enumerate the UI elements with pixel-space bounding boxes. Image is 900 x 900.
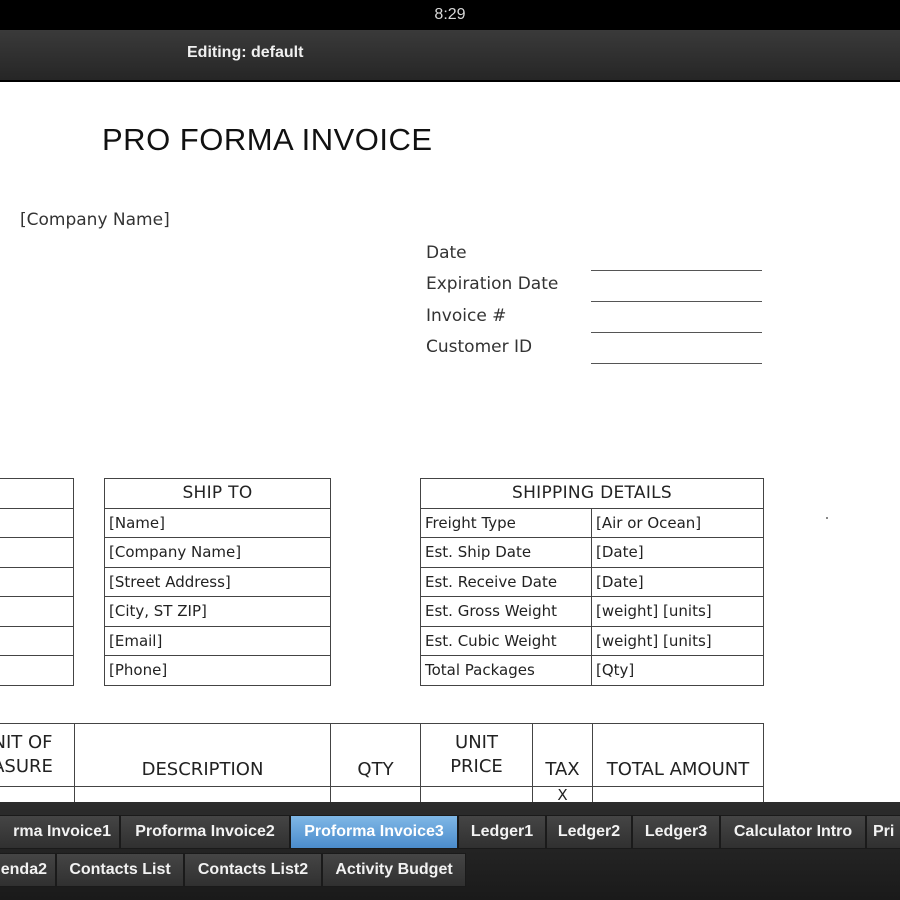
table-cell[interactable]: [74, 786, 331, 802]
stray-mark: [826, 517, 828, 519]
shipping-details-table: SHIPPING DETAILS Freight Type [Air or Oc…: [420, 478, 764, 686]
meta-label-expiration-date: Expiration Date: [426, 274, 559, 294]
tab-pri[interactable]: Pri: [866, 815, 900, 849]
table-cell[interactable]: [592, 786, 764, 802]
header-unit-price: UNIT PRICE: [420, 723, 533, 787]
shipping-value[interactable]: [weight] [units]: [591, 625, 764, 656]
tab-proforma-invoice2[interactable]: Proforma Invoice2: [120, 815, 290, 849]
header-qty: QTY: [330, 723, 421, 787]
tab-proforma-invoice1[interactable]: rma Invoice1: [0, 815, 120, 849]
ship-to-email[interactable]: [Email]: [104, 625, 331, 656]
sheet-tab-bar: rma Invoice1 Proforma Invoice2 Proforma …: [0, 802, 900, 900]
shipping-value[interactable]: [Date]: [591, 566, 764, 597]
status-time: 8:29: [434, 6, 466, 23]
shipping-value[interactable]: [weight] [units]: [591, 596, 764, 627]
spreadsheet-document[interactable]: PRO FORMA INVOICE [Company Name] Date Ex…: [0, 82, 900, 802]
meta-label-date: Date: [426, 243, 467, 263]
meta-label-customer-id: Customer ID: [426, 337, 533, 357]
ship-to-header: SHIP TO: [104, 478, 331, 509]
ship-to-phone[interactable]: [Phone]: [104, 655, 331, 686]
shipping-label: Freight Type: [420, 507, 592, 538]
table-cell[interactable]: [0, 478, 74, 509]
tab-ledger2[interactable]: Ledger2: [546, 815, 632, 849]
header-total-amount: TOTAL AMOUNT: [592, 723, 764, 787]
tab-agenda2[interactable]: enda2: [0, 853, 56, 887]
table-cell[interactable]: [0, 786, 75, 802]
tab-contacts-list2[interactable]: Contacts List2: [184, 853, 322, 887]
bill-to-table: [0, 478, 74, 686]
tab-proforma-invoice3[interactable]: Proforma Invoice3: [290, 815, 458, 849]
company-name: [Company Name]: [20, 210, 170, 230]
tab-ledger1[interactable]: Ledger1: [458, 815, 546, 849]
table-cell[interactable]: [0, 566, 74, 597]
ship-to-company[interactable]: [Company Name]: [104, 537, 331, 568]
shipping-details-header: SHIPPING DETAILS: [420, 478, 764, 509]
tab-activity-budget[interactable]: Activity Budget: [322, 853, 466, 887]
invoice-title: PRO FORMA INVOICE: [102, 122, 433, 157]
header-tax: TAX: [532, 723, 593, 787]
ship-to-city[interactable]: [City, ST ZIP]: [104, 596, 331, 627]
tab-calculator-intro[interactable]: Calculator Intro: [720, 815, 866, 849]
table-cell[interactable]: [0, 537, 74, 568]
table-cell[interactable]: [0, 507, 74, 538]
shipping-value[interactable]: [Date]: [591, 537, 764, 568]
line-items-table: NIT OFASURE DESCRIPTION QTY UNITPRICE TA…: [0, 723, 764, 802]
editing-title: Editing: default: [187, 44, 304, 61]
tab-ledger3[interactable]: Ledger3: [632, 815, 720, 849]
table-cell[interactable]: [0, 655, 74, 686]
shipping-value[interactable]: [Qty]: [591, 655, 764, 686]
ship-to-street[interactable]: [Street Address]: [104, 566, 331, 597]
header-description: DESCRIPTION: [74, 723, 331, 787]
ship-to-name[interactable]: [Name]: [104, 507, 331, 538]
expiration-date-input-line[interactable]: [591, 301, 762, 302]
date-input-line[interactable]: [591, 270, 762, 271]
shipping-label: Est. Receive Date: [420, 566, 592, 597]
shipping-label: Est. Cubic Weight: [420, 625, 592, 656]
shipping-label: Total Packages: [420, 655, 592, 686]
shipping-label: Est. Gross Weight: [420, 596, 592, 627]
shipping-value[interactable]: [Air or Ocean]: [591, 507, 764, 538]
table-cell[interactable]: [0, 625, 74, 656]
meta-label-invoice-number: Invoice #: [426, 306, 507, 326]
tax-cell[interactable]: X: [532, 786, 593, 802]
title-bar: Editing: default: [0, 30, 900, 80]
tab-contacts-list[interactable]: Contacts List: [56, 853, 184, 887]
table-cell[interactable]: [420, 786, 533, 802]
invoice-number-input-line[interactable]: [591, 332, 762, 333]
shipping-label: Est. Ship Date: [420, 537, 592, 568]
table-cell[interactable]: [330, 786, 421, 802]
table-cell[interactable]: [0, 596, 74, 627]
ship-to-table: SHIP TO [Name] [Company Name] [Street Ad…: [104, 478, 331, 686]
header-unit-of-measure: NIT OFASURE: [0, 723, 75, 787]
status-bar: 8:29: [0, 0, 900, 30]
customer-id-input-line[interactable]: [591, 363, 762, 364]
